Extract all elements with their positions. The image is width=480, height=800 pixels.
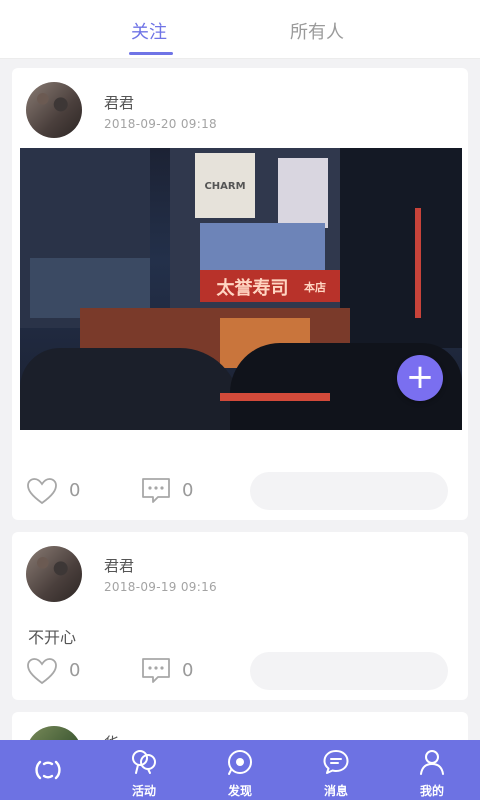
post-photo[interactable]: CHARM 太誉寿司 本店 [20, 148, 462, 430]
nav-label: 发现 [227, 784, 252, 798]
top-tab-bar: 关注 所有人 [0, 0, 480, 59]
photo-sign-sushi: 太誉寿司 [216, 278, 289, 299]
post-card: 君君 2018-09-20 09:18 CHARM 太誉寿司 本店 0 0 [12, 68, 468, 520]
comment-input[interactable] [250, 652, 448, 690]
nav-label: 活动 [131, 784, 156, 798]
like-count: 0 [69, 660, 81, 681]
post-actions: 0 0 [12, 652, 468, 692]
comment-count: 0 [182, 660, 194, 681]
bottom-navigation: 活动 发现 消息 我的 [0, 740, 480, 800]
nav-label: 消息 [323, 784, 348, 798]
add-post-button[interactable]: + [397, 355, 443, 401]
profile-icon [420, 750, 444, 775]
post-username[interactable]: 君君 [104, 555, 134, 576]
comment-icon[interactable] [140, 476, 172, 506]
comment-icon[interactable] [140, 656, 172, 686]
post-username[interactable]: 君君 [104, 92, 134, 113]
post-text: 不开心 [28, 628, 77, 647]
post-actions: 0 0 [12, 472, 468, 512]
nav-label: 我的 [419, 784, 444, 798]
nav-activity[interactable]: 活动 [96, 740, 192, 800]
comment-input[interactable] [250, 472, 448, 510]
avatar[interactable] [26, 546, 82, 602]
nav-messages[interactable]: 消息 [288, 740, 384, 800]
discover-icon [228, 750, 252, 775]
active-tab-indicator [129, 52, 173, 55]
home-icon [35, 760, 61, 780]
message-icon [323, 750, 349, 774]
post-timestamp: 2018-09-19 09:16 [104, 580, 217, 594]
nav-discover[interactable]: 发现 [192, 740, 288, 800]
heart-icon[interactable] [26, 476, 58, 506]
heart-icon[interactable] [26, 656, 58, 686]
nav-home[interactable] [0, 740, 96, 800]
tab-everyone[interactable]: 所有人 [290, 18, 344, 44]
post-card: 君君 2018-09-19 09:16 不开心 0 0 [12, 532, 468, 700]
comment-count: 0 [182, 480, 194, 501]
like-count: 0 [69, 480, 81, 501]
avatar[interactable] [26, 82, 82, 138]
nav-profile[interactable]: 我的 [384, 740, 480, 800]
activity-icon [132, 750, 156, 774]
photo-sign-charm: CHARM [204, 181, 246, 192]
tab-following[interactable]: 关注 [131, 18, 167, 44]
photo-sign-honten: 本店 [304, 281, 326, 294]
post-timestamp: 2018-09-20 09:18 [104, 117, 217, 131]
